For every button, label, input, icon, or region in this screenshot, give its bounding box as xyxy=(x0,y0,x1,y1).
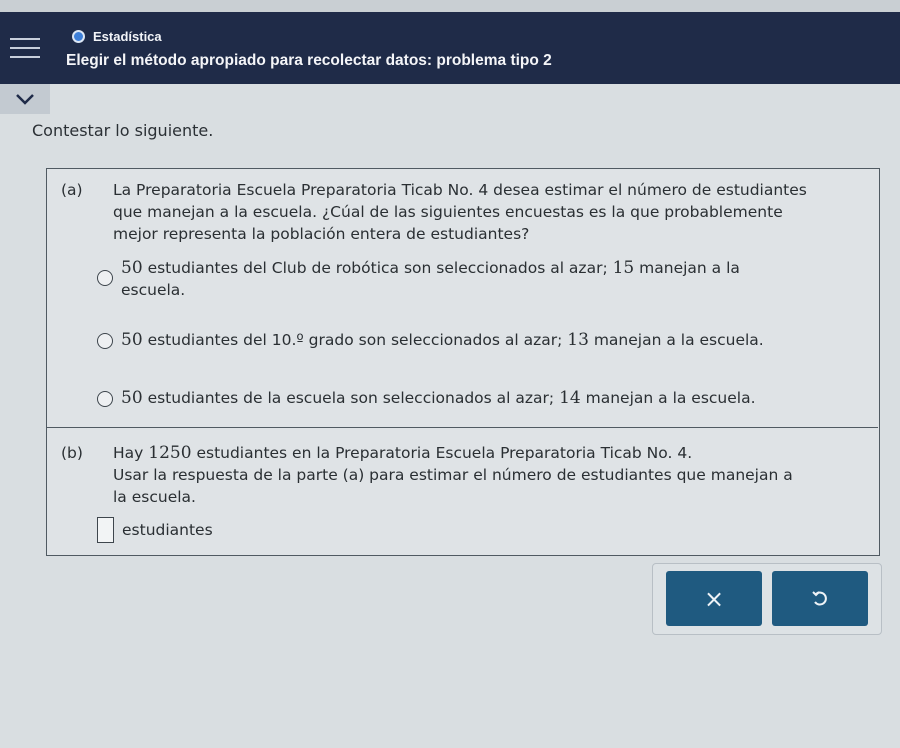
option-2[interactable]: 50 estudiantes del 10.º grado son selecc… xyxy=(97,329,841,351)
topic-status-dot xyxy=(72,30,85,43)
option-3-radio[interactable] xyxy=(97,391,113,407)
answer-row: estudiantes xyxy=(97,517,213,543)
option-1-text: 50 estudiantes del Club de robótica son … xyxy=(121,258,740,299)
part-b-label: (b) xyxy=(61,444,83,462)
topic-row: Estadística xyxy=(72,29,162,44)
clear-button[interactable]: × xyxy=(666,571,762,626)
part-a-label: (a) xyxy=(61,181,83,199)
part-b-question: (b) Hay 1250 estudiantes en la Preparator… xyxy=(61,442,871,508)
action-panel: × xyxy=(652,563,882,635)
part-b-line-3: la escuela. xyxy=(113,488,196,506)
header-bar: Estadística Elegir el método apropiado p… xyxy=(0,12,900,84)
part-a-line-1: La Preparatoria Escuela Preparatoria Tic… xyxy=(113,181,807,199)
part-b-line-2: Usar la respuesta de la parte (a) para e… xyxy=(113,466,793,484)
page-title: Elegir el método apropiado para recolect… xyxy=(66,52,552,69)
undo-icon xyxy=(812,590,827,606)
question-box: (a) La Preparatoria Escuela Preparatoria … xyxy=(46,168,880,556)
close-icon: × xyxy=(703,584,725,613)
part-b: (b) Hay 1250 estudiantes en la Preparator… xyxy=(47,427,878,555)
option-3[interactable]: 50 estudiantes de la escuela son selecci… xyxy=(97,387,841,409)
topic-label: Estadística xyxy=(93,29,162,44)
option-1[interactable]: 50 estudiantes del Club de robótica son … xyxy=(97,257,801,301)
top-strip xyxy=(0,0,900,12)
answer-input[interactable] xyxy=(97,517,114,543)
option-2-radio[interactable] xyxy=(97,333,113,349)
undo-button[interactable] xyxy=(772,571,868,626)
menu-icon[interactable] xyxy=(10,38,40,60)
option-1-radio[interactable] xyxy=(97,270,113,286)
chevron-down-icon[interactable] xyxy=(0,84,50,114)
instruction-text: Contestar lo siguiente. xyxy=(32,121,214,140)
option-2-text: 50 estudiantes del 10.º grado son selecc… xyxy=(121,330,764,350)
part-a: (a) La Preparatoria Escuela Preparatoria … xyxy=(47,169,878,427)
option-3-text: 50 estudiantes de la escuela son selecci… xyxy=(121,388,756,408)
answer-unit-label: estudiantes xyxy=(122,521,213,539)
part-a-question: (a) La Preparatoria Escuela Preparatoria … xyxy=(61,179,871,245)
part-a-line-3: mejor representa la población entera de … xyxy=(113,225,530,243)
part-a-line-2: que manejan a la escuela. ¿Cúal de las s… xyxy=(113,203,783,221)
